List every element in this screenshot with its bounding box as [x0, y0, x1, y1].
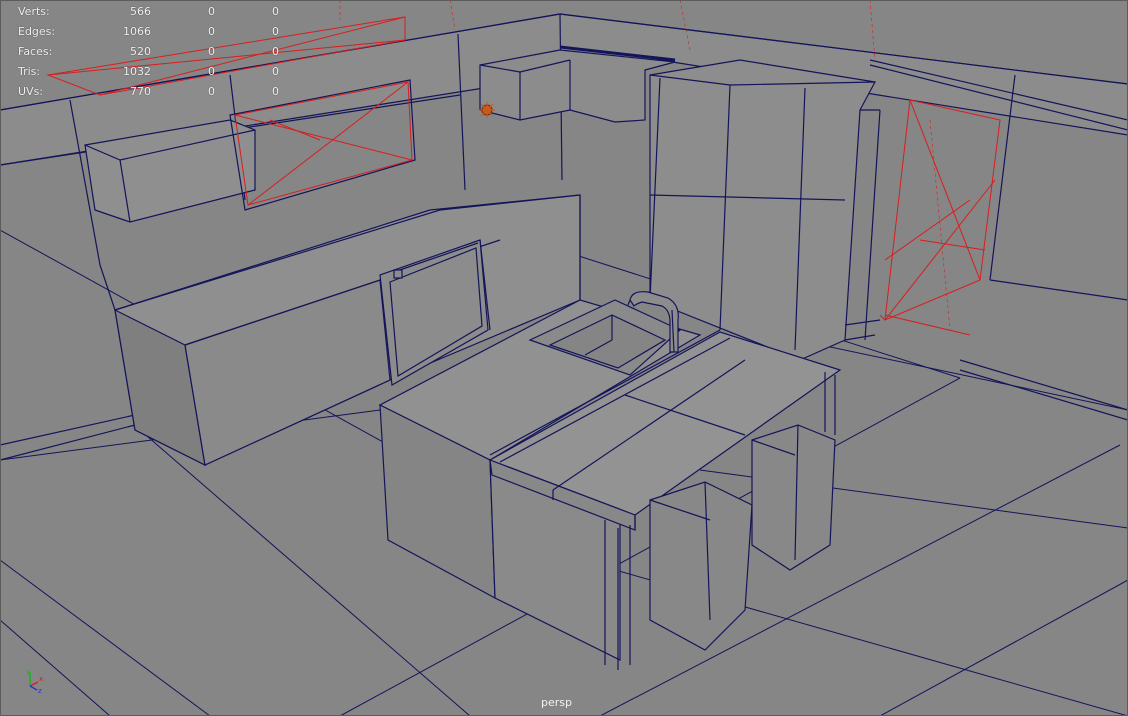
axis-z-label: z	[38, 687, 42, 694]
axis-gizmo-icon: y x z	[22, 668, 48, 695]
hud-value: 0	[208, 65, 215, 78]
hud-value: 1066	[123, 25, 151, 38]
hud-value: 566	[130, 5, 151, 18]
hud-value: 0	[272, 65, 279, 78]
hud-row-uvs: UVs: 770 0 0	[18, 82, 279, 102]
light-icon[interactable]	[479, 102, 495, 118]
axis-y-label: y	[26, 668, 30, 676]
axis-x-label: x	[39, 675, 43, 683]
poly-count-hud: Verts: 566 0 0 Edges: 1066 0 0 Faces: 52…	[18, 2, 279, 102]
hud-value: 0	[208, 25, 215, 38]
hud-label: Verts:	[18, 5, 50, 18]
hud-value: 520	[130, 45, 151, 58]
hud-value: 1032	[123, 65, 151, 78]
hud-row-verts: Verts: 566 0 0	[18, 2, 279, 22]
hud-row-tris: Tris: 1032 0 0	[18, 62, 279, 82]
hud-value: 0	[208, 85, 215, 98]
hud-row-faces: Faces: 520 0 0	[18, 42, 279, 62]
camera-name-label: persp	[541, 696, 572, 709]
hud-label: Tris:	[18, 65, 41, 78]
hud-value: 0	[272, 25, 279, 38]
hud-value: 0	[272, 45, 279, 58]
hud-value: 0	[272, 5, 279, 18]
hud-label: UVs:	[18, 85, 44, 98]
hud-value: 770	[130, 85, 151, 98]
perspective-viewport[interactable]	[0, 0, 1128, 716]
hud-row-edges: Edges: 1066 0 0	[18, 22, 279, 42]
hud-label: Edges:	[18, 25, 56, 38]
scene-wireframe	[0, 0, 1128, 716]
hud-label: Faces:	[18, 45, 53, 58]
hud-value: 0	[208, 5, 215, 18]
hud-value: 0	[208, 45, 215, 58]
hud-value: 0	[272, 85, 279, 98]
fridge	[649, 59, 881, 361]
